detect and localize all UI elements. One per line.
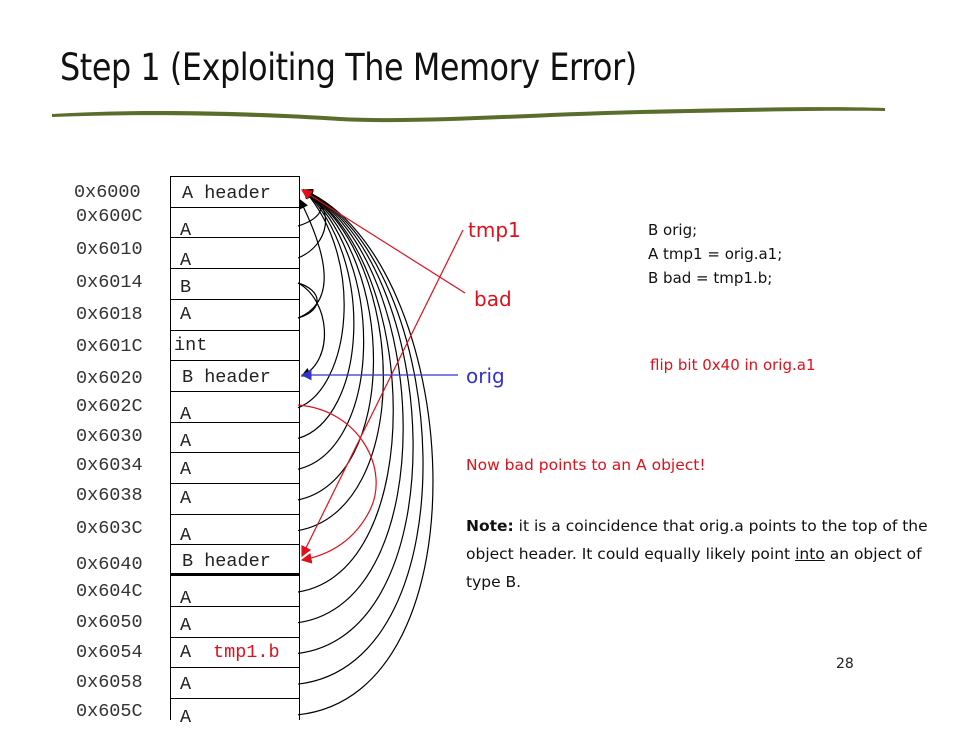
note-underlined: into [795, 545, 825, 563]
orig-label: orig [466, 364, 505, 388]
object-reference-curves [297, 189, 434, 716]
tmp1-pointer-arrow [301, 229, 464, 558]
a-field-link-curve [297, 198, 325, 319]
code-snippet: B orig; A tmp1 = orig.a1; B bad = tmp1.b… [648, 218, 782, 290]
code-line: B bad = tmp1.b; [648, 269, 773, 287]
a-reference-curve [297, 189, 414, 654]
flip-bit-annotation: flip bit 0x40 in orig.a1 [650, 356, 816, 374]
tmp1-label: tmp1 [468, 218, 521, 242]
note-label: Note: [466, 517, 514, 535]
pointer-arrows [297, 189, 466, 716]
bad-label: bad [474, 287, 512, 311]
now-bad-annotation: Now bad points to an A object! [466, 456, 706, 474]
code-line: A tmp1 = orig.a1; [648, 245, 783, 263]
code-line: B orig; [648, 221, 698, 239]
note-paragraph: Note: it is a coincidence that orig.a po… [466, 512, 936, 596]
page-number: 28 [836, 656, 854, 672]
a-reference-curve [297, 189, 384, 532]
